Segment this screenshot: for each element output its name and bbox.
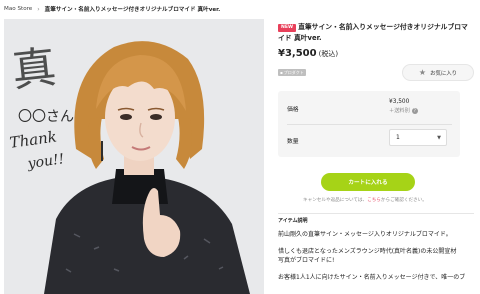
pro-badge: ▪ プロダクト: [278, 69, 306, 76]
right-eye: [150, 114, 162, 120]
quantity-value: 1: [396, 134, 400, 141]
breadcrumb: Mao Store › 直筆サイン・名前入りメッセージ付きオリジナルブロマイド …: [4, 3, 220, 15]
favorite-label: お気に入り: [430, 70, 458, 77]
product-title-row: NEW 直筆サイン・名前入りメッセージ付きオリジナルブロマイド 真叶ver.: [278, 22, 474, 44]
price-label: 価格: [287, 107, 299, 113]
description-paragraph: お客様1人1人に向けたサイン・名前入りメッセージ付きで、唯一のブ: [278, 274, 466, 281]
help-icon[interactable]: ?: [411, 107, 418, 114]
product-photo[interactable]: 真 〇〇さん Thank you!!: [4, 19, 264, 294]
shipping-text: ＋送料別: [389, 108, 410, 114]
cancel-note-prefix: キャンセルや返品については、: [303, 198, 368, 203]
tax-note: (税込): [318, 50, 339, 58]
cancel-note: キャンセルや返品については、こちらからご確認ください。: [303, 197, 474, 203]
favorite-button[interactable]: ★ お気に入り: [402, 64, 474, 81]
product-info: NEW 直筆サイン・名前入りメッセージ付きオリジナルブロマイド 真叶ver. ¥3…: [278, 22, 474, 282]
pro-badge-label: プロダクト: [283, 70, 304, 75]
badge-favorite-row: ▪ プロダクト ★ お気に入り: [278, 64, 474, 81]
shipping-note: ＋送料別 ?: [389, 107, 418, 114]
product-price: ¥3,500: [278, 48, 317, 59]
product-title: 直筆サイン・名前入りメッセージ付きオリジナルブロマイド 真叶ver.: [278, 23, 468, 42]
cancel-note-suffix: からご確認ください。: [380, 198, 427, 203]
pro-badge-icon: ▪: [280, 70, 283, 75]
breadcrumb-separator: ›: [37, 5, 40, 13]
description-heading: アイテム説明: [278, 213, 474, 224]
portrait-illustration: 真 〇〇さん Thank you!!: [4, 19, 264, 294]
quantity-label: 数量: [287, 139, 299, 145]
signature-name: 真: [10, 42, 59, 97]
breadcrumb-current: 直筆サイン・名前入りメッセージ付きオリジナルブロマイド 真叶ver.: [44, 7, 221, 13]
signature-greeting: 〇〇さん: [18, 109, 74, 125]
product-price-row: ¥3,500 (税込): [278, 48, 474, 59]
description-paragraph: 写真がブロマイドに!: [278, 257, 335, 264]
description-paragraph: 惜しくも退店となったメンズラウンジ時代(真叶名義)の未公開宣材: [278, 248, 457, 255]
left-eye: [120, 114, 132, 120]
new-badge: NEW: [278, 24, 297, 32]
price-value: ¥3,500: [389, 99, 410, 105]
chevron-down-icon: ▼: [437, 134, 441, 141]
divider: [287, 124, 452, 125]
add-to-cart-button[interactable]: カートに入れる: [321, 173, 415, 191]
description-paragraph: 前山剛久の直筆サイン・メッセージ入りオリジナルブロマイド。: [278, 231, 452, 238]
cancel-policy-link[interactable]: こちら: [367, 198, 381, 203]
star-icon: ★: [418, 68, 427, 77]
purchase-box: 価格 ¥3,500 ＋送料別 ? 数量 1 ▼: [278, 91, 460, 157]
breadcrumb-store-link[interactable]: Mao Store: [4, 6, 32, 12]
quantity-select[interactable]: 1 ▼: [389, 129, 447, 146]
